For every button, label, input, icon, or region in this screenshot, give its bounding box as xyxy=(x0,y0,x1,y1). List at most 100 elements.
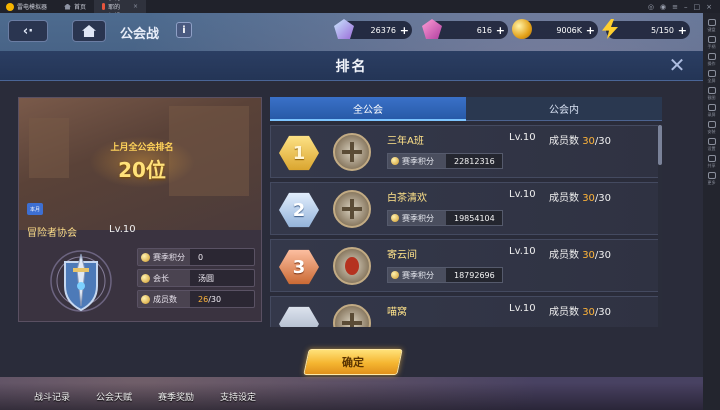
guild-emblem-icon xyxy=(333,304,371,327)
members-icon xyxy=(141,294,150,304)
emulator-tab-home[interactable]: 首页 xyxy=(56,0,94,13)
resource-coin: 9006K + xyxy=(512,19,598,39)
stat-label: 会长 xyxy=(153,273,169,283)
close-tab-icon[interactable]: × xyxy=(133,3,138,10)
coin-icon xyxy=(512,19,532,39)
side-tool-share[interactable]: 共享 xyxy=(707,155,716,168)
guild-stats: 赛季积分 0 会长 汤圆 成员数 26/30 xyxy=(137,248,255,311)
gem-icon xyxy=(334,19,354,39)
gamepad-icon[interactable]: ◎ xyxy=(648,3,654,11)
stat-label: 赛季积分 xyxy=(153,252,185,262)
list-item[interactable]: 喵窝 Lv.10 成员数 30/30 xyxy=(270,296,662,327)
side-tool-more[interactable]: 更多 xyxy=(707,172,716,185)
last-rank-label: 上月全公会排名 xyxy=(110,143,174,153)
guild-shield-icon xyxy=(50,250,112,312)
ranking-scrollbar[interactable] xyxy=(658,125,662,327)
nav-support-settings[interactable]: 支持设定 xyxy=(208,390,268,403)
emulator-side-toolbar: 键盘 手柄 操作 全屏 截图 录屏 安装 设置 共享 更多 xyxy=(703,13,720,410)
stat-season-score: 赛季积分 0 xyxy=(137,248,255,266)
season-score: 赛季积分 19854104 xyxy=(387,210,503,226)
guild-name: 冒险者协会 xyxy=(27,228,77,239)
side-tool-record[interactable]: 录屏 xyxy=(707,104,716,117)
ranking-tabs: 全公会 公会内 xyxy=(270,97,664,121)
side-tool-install[interactable]: 安装 xyxy=(707,121,716,134)
stat-members: 成员数 26/30 xyxy=(137,290,255,308)
back-arrow-icon: ‹· xyxy=(22,23,34,39)
guild-banner-image: 上月全公会排名 20位 本月 xyxy=(19,98,261,230)
keyboard-icon xyxy=(707,19,716,26)
install-icon xyxy=(707,121,716,128)
window-close-icon[interactable]: × xyxy=(706,3,712,11)
list-item[interactable]: 2 白茶清欢 Lv.10 成员数 30/30 赛季积分 19854104 xyxy=(270,182,662,235)
guild-emblem-icon xyxy=(333,247,371,285)
modal-header: 排名 ✕ xyxy=(0,51,703,81)
ranking-list[interactable]: 1 三年A班 Lv.10 成员数 30/30 赛季积分 22812316 2 白… xyxy=(270,125,662,327)
resource-value: 9006K xyxy=(556,25,582,35)
top-hud: ‹· 公会战 i 26376 + 616 + 9006K + 5/150 + xyxy=(0,13,703,47)
guild-level: Lv.10 xyxy=(509,132,536,143)
user-icon[interactable]: ◉ xyxy=(660,3,666,11)
confirm-button[interactable]: 确定 xyxy=(303,349,403,375)
resource-gem: 26376 + xyxy=(334,19,412,39)
operation-icon xyxy=(707,53,716,60)
guild-level: Lv.10 xyxy=(509,246,536,257)
close-button[interactable]: ✕ xyxy=(667,55,687,76)
record-icon xyxy=(707,104,716,111)
side-tool-fullscreen[interactable]: 全屏 xyxy=(707,70,716,83)
share-icon xyxy=(707,155,716,162)
side-tool-gamepad[interactable]: 手柄 xyxy=(707,36,716,49)
guild-members: 成员数 30/30 xyxy=(549,250,612,261)
last-rank-value: 20位 xyxy=(118,158,166,182)
gear-icon xyxy=(707,138,716,145)
add-stamina-button[interactable]: + xyxy=(678,24,687,37)
home-button[interactable] xyxy=(72,20,106,42)
guild-level: Lv.10 xyxy=(509,303,536,314)
tab-in-guild[interactable]: 公会内 xyxy=(466,97,662,121)
scrollbar-thumb[interactable] xyxy=(658,125,662,165)
emulator-logo-icon xyxy=(6,2,14,11)
nav-battle-record[interactable]: 战斗记录 xyxy=(22,390,82,403)
guild-name: 白茶清欢 xyxy=(387,193,427,204)
side-tool-operation[interactable]: 操作 xyxy=(707,53,716,66)
emulator-logo: 雷电模拟器 xyxy=(0,2,56,11)
minimize-icon[interactable]: – xyxy=(684,3,688,11)
emulator-tab-game[interactable]: 伊利耶的幻想 × xyxy=(94,0,147,20)
screen-title: 公会战 xyxy=(120,27,160,42)
leader-icon xyxy=(141,273,150,283)
members-current: 26 xyxy=(198,294,209,304)
maximize-icon[interactable]: □ xyxy=(694,3,701,11)
bottom-nav: 战斗记录 公会天赋 赛季奖励 支持设定 xyxy=(0,383,703,410)
guild-emblem-icon xyxy=(333,133,371,171)
nav-season-reward[interactable]: 赛季奖励 xyxy=(146,390,206,403)
tab-all-guilds[interactable]: 全公会 xyxy=(270,97,466,121)
stamina-icon xyxy=(602,19,618,39)
confirm-label: 确定 xyxy=(342,356,364,369)
my-guild-panel: 上月全公会排名 20位 本月 冒险者协会 Lv.10 赛季积分 0 会长 汤圆 … xyxy=(18,97,262,322)
menu-icon[interactable]: ≡ xyxy=(672,3,678,11)
side-tool-keyboard[interactable]: 键盘 xyxy=(707,19,716,32)
emulator-tab-label: 首页 xyxy=(74,4,87,11)
rank-badge: 1 xyxy=(279,134,319,172)
add-pink-gem-button[interactable]: + xyxy=(496,24,505,37)
guild-name: 三年A班 xyxy=(387,136,424,147)
side-tool-settings[interactable]: 设置 xyxy=(707,138,716,151)
nav-guild-talent[interactable]: 公会天赋 xyxy=(84,390,144,403)
add-coin-button[interactable]: + xyxy=(586,24,595,37)
coin-stack-icon xyxy=(391,214,399,222)
list-item[interactable]: 3 寄云间 Lv.10 成员数 30/30 赛季积分 18792696 xyxy=(270,239,662,292)
rank-badge: 3 xyxy=(279,248,319,286)
add-gem-button[interactable]: + xyxy=(400,24,409,37)
coin-stack-icon xyxy=(141,252,150,262)
side-tool-screenshot[interactable]: 截图 xyxy=(707,87,716,100)
stat-value: 0 xyxy=(198,252,204,262)
back-button[interactable]: ‹· xyxy=(8,20,48,42)
scissors-icon xyxy=(707,87,716,94)
guild-level: Lv.10 xyxy=(509,189,536,200)
members-total: /30 xyxy=(208,294,222,304)
guild-name: 寄云间 xyxy=(387,250,417,261)
score-value: 22812316 xyxy=(454,156,495,166)
emulator-title-bar: 雷电模拟器 首页 伊利耶的幻想 × ◎ ◉ ≡ – □ × xyxy=(0,0,720,20)
info-button[interactable]: i xyxy=(176,22,192,38)
list-item[interactable]: 1 三年A班 Lv.10 成员数 30/30 赛季积分 22812316 xyxy=(270,125,662,178)
game-app-icon xyxy=(102,3,106,10)
